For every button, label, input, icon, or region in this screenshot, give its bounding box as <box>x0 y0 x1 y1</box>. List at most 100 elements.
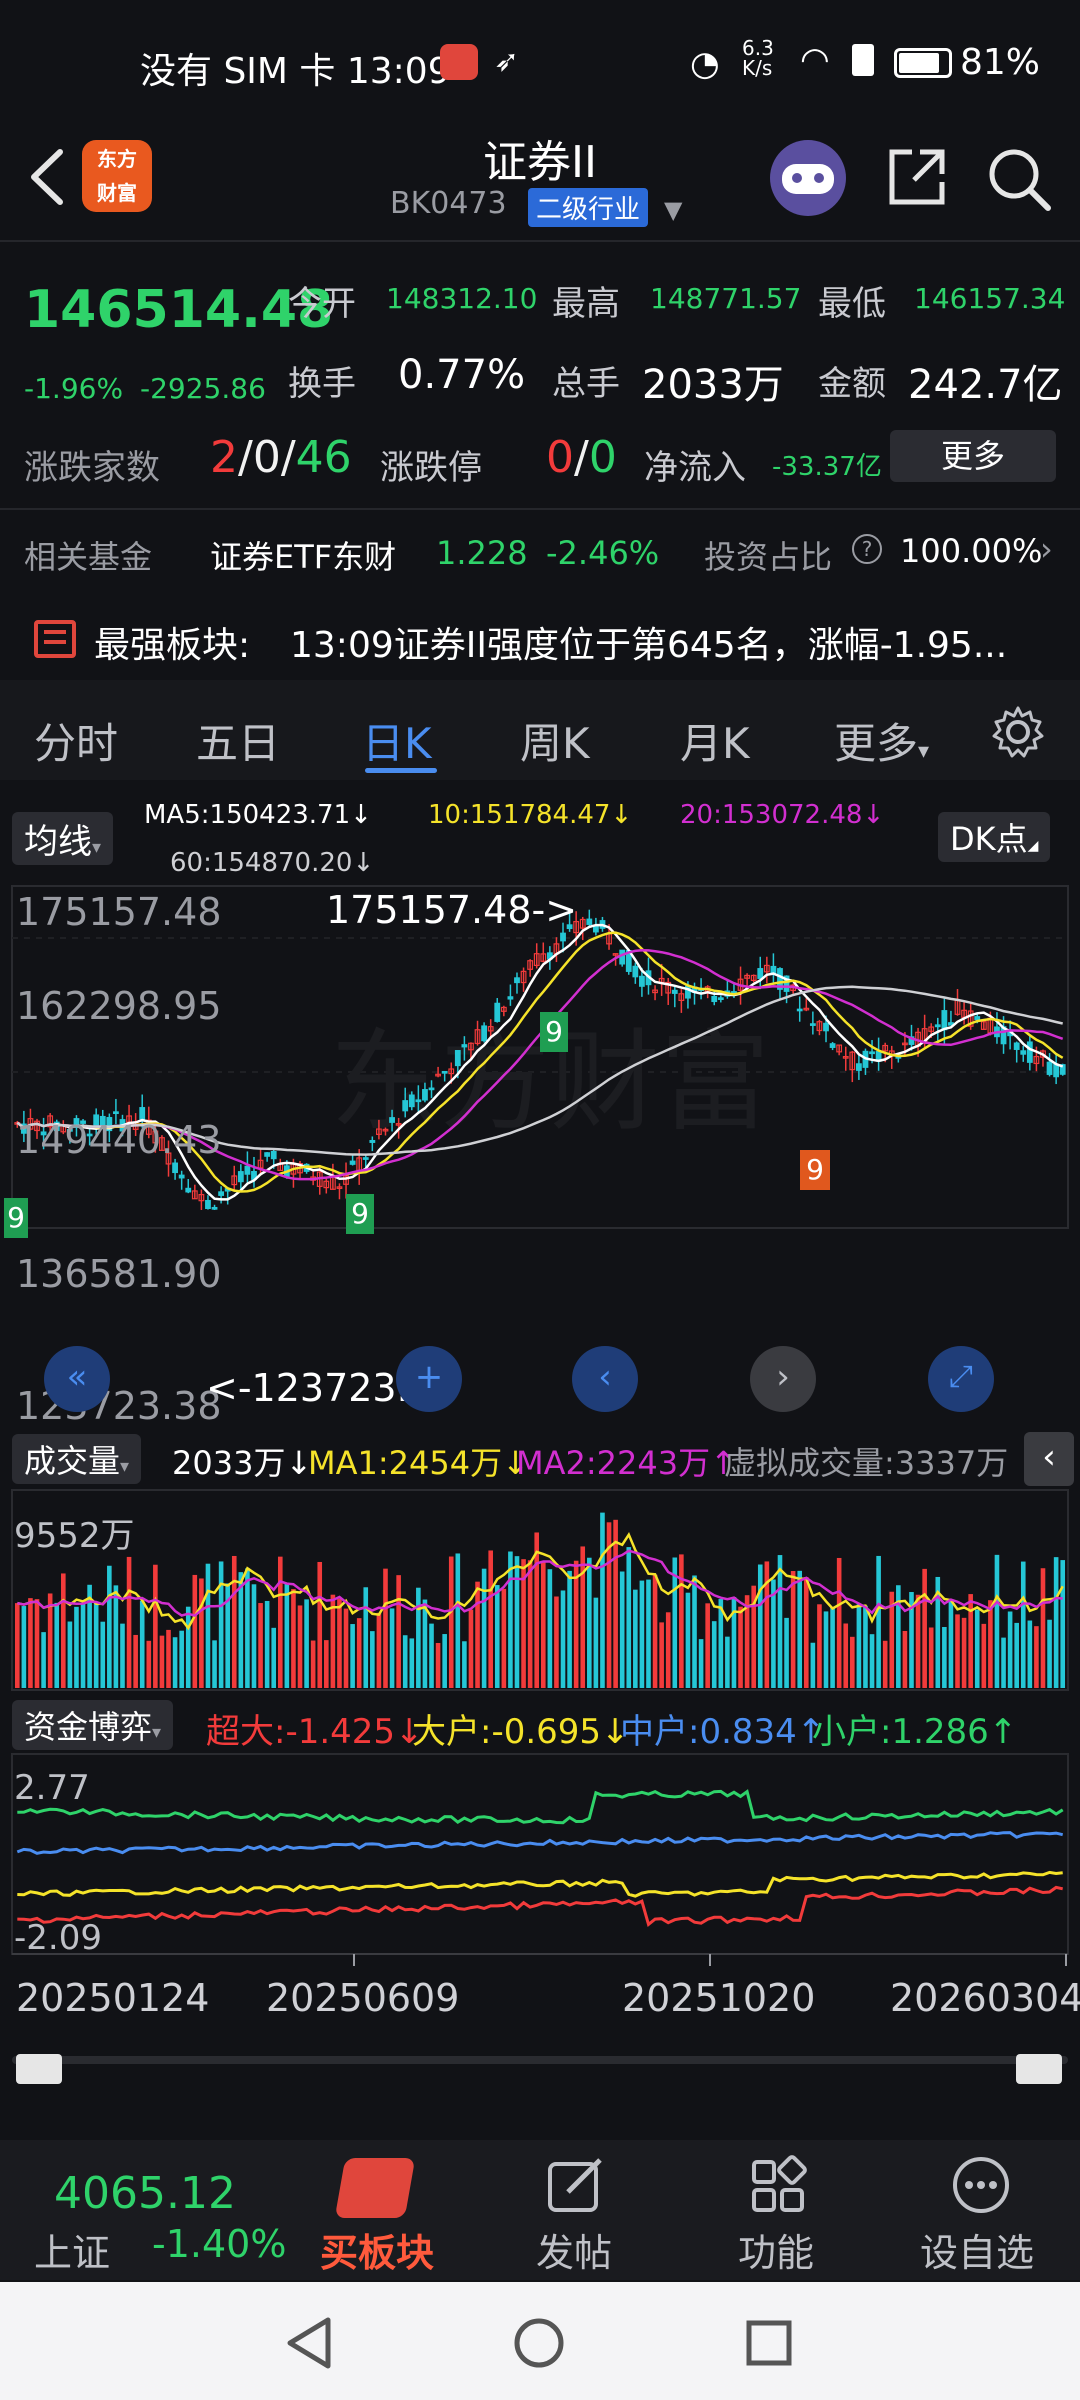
board-icon <box>34 620 76 658</box>
volume-bar <box>462 1641 467 1688</box>
related-fund-row[interactable]: 相关基金 证券ETF东财 1.228 -2.46% 投资占比 ? 100.00%… <box>0 514 1080 594</box>
scroll-right-button[interactable]: › <box>750 1346 816 1412</box>
candle-body <box>244 1165 251 1175</box>
volume-bar <box>692 1575 697 1688</box>
nav-home-icon[interactable] <box>512 2316 566 2370</box>
volume-bar <box>639 1580 645 1688</box>
volume-bar <box>974 1609 980 1688</box>
candle-body <box>428 1087 435 1091</box>
ai-assistant-icon[interactable] <box>770 140 846 216</box>
x-label-1: 20250124 <box>16 1976 210 2020</box>
volume-bar <box>271 1627 277 1688</box>
volume-bar <box>593 1597 599 1688</box>
fullscreen-button[interactable]: ⤢ <box>928 1346 994 1412</box>
volume-bar <box>146 1640 152 1688</box>
tab-daily-k[interactable]: 日K <box>362 710 432 771</box>
scroll-left-button[interactable]: ‹ <box>572 1346 638 1412</box>
compose-icon <box>548 2158 602 2212</box>
volume-bar <box>1053 1557 1059 1688</box>
limit-label: 涨跌停 <box>380 448 482 488</box>
volume-bar <box>113 1585 119 1688</box>
zoom-out-button[interactable]: « <box>44 1346 110 1412</box>
candle-body <box>1026 1041 1033 1063</box>
back-arrow-icon[interactable] <box>20 142 80 212</box>
index-name: 上证 <box>34 2231 111 2275</box>
help-icon[interactable]: ? <box>852 534 882 564</box>
volume-bar <box>494 1585 500 1688</box>
volume-bar <box>192 1574 198 1688</box>
volume-bar <box>297 1605 303 1688</box>
volume-bar <box>948 1600 954 1688</box>
collapse-legend-button[interactable]: ‹ <box>1024 1432 1074 1486</box>
candle-body <box>362 1157 369 1160</box>
volume-bar <box>396 1575 401 1688</box>
x-label-2: 20250609 <box>266 1976 460 2020</box>
high-value: 148771.57 <box>650 282 802 315</box>
sector-level-badge: 二级行业 <box>528 188 649 227</box>
range-handle-left[interactable] <box>16 2054 62 2084</box>
ratio-value: 100.00% <box>900 532 1043 570</box>
volume-bar <box>350 1624 355 1688</box>
share-icon[interactable] <box>884 144 950 210</box>
capital-super: 超大:-1.425↓ <box>206 1712 424 1752</box>
tab-monthly-k[interactable]: 月K <box>680 710 750 771</box>
more-button[interactable]: 更多 <box>890 430 1056 482</box>
candle-body <box>178 1174 185 1179</box>
post-button[interactable]: 发帖 <box>536 2222 612 2277</box>
volume-bar <box>356 1618 362 1688</box>
volume-bar <box>383 1568 388 1688</box>
nav-recents-icon[interactable] <box>744 2318 794 2368</box>
volume-bar <box>317 1561 323 1688</box>
volume-bar <box>100 1621 106 1688</box>
volume-bar <box>54 1602 60 1688</box>
sector-code: BK0473 <box>390 186 507 221</box>
volume-bar <box>402 1635 408 1688</box>
nav-back-icon[interactable] <box>284 2316 334 2370</box>
volume-ma1-line <box>17 1532 1064 1631</box>
capital-indicator-selector[interactable]: 资金博弈▾ <box>12 1700 174 1750</box>
tab-five-day[interactable]: 五日 <box>196 710 280 771</box>
volume-bar <box>981 1623 987 1688</box>
volume-bar <box>882 1640 888 1688</box>
super-holder-line <box>17 1885 1064 1927</box>
capital-flow-lines <box>16 1789 1064 1927</box>
volume-indicator-selector[interactable]: 成交量▾ <box>12 1434 142 1484</box>
updown-label: 涨跌家数 <box>24 448 160 488</box>
volume-bar <box>435 1642 441 1688</box>
candle-body <box>211 1206 218 1210</box>
chevron-down-icon[interactable]: ▼ <box>664 196 682 224</box>
volume-bar <box>830 1607 835 1688</box>
status-left: 没有 SIM 卡 13:09 <box>140 51 451 92</box>
volume-bar <box>547 1569 553 1688</box>
tab-intraday[interactable]: 分时 <box>34 710 118 771</box>
volume-bar <box>922 1568 927 1688</box>
brand-logo: 东方 财富 <box>82 140 152 212</box>
index-value[interactable]: 4065.12 <box>54 2168 236 2219</box>
volume-bar <box>817 1604 822 1688</box>
battery-percent: 81% <box>959 42 1040 83</box>
fund-label: 相关基金 <box>24 538 153 576</box>
tab-more[interactable]: 更多▾ <box>834 710 929 771</box>
range-handle-right[interactable] <box>1016 2054 1062 2084</box>
add-favorite-button[interactable]: 设自选 <box>920 2222 1034 2277</box>
volume-ma2: MA2:2243万↑ <box>516 1444 737 1482</box>
speed-icon: ◔ <box>690 44 720 84</box>
battery-icon <box>894 48 952 78</box>
candle-body <box>934 1024 941 1028</box>
strongest-sector-notice[interactable]: 最强板块: 13:09证券II强度位于第645名，涨幅-1.95... <box>0 600 1080 680</box>
volume-label: 总手 <box>552 364 620 404</box>
td-signal-badge: 9 <box>4 1198 28 1238</box>
big-holder-line <box>17 1870 1063 1898</box>
settings-gear-icon[interactable] <box>990 704 1046 760</box>
zoom-in-button[interactable]: + <box>396 1346 462 1412</box>
buy-sector-button[interactable]: 买板块 <box>320 2222 434 2277</box>
functions-button[interactable]: 功能 <box>738 2222 814 2277</box>
small-holder-line <box>17 1789 1064 1825</box>
volume-bar <box>1020 1561 1026 1688</box>
candle-body <box>1046 1061 1053 1075</box>
volume-bar <box>251 1584 257 1688</box>
volume-bar <box>836 1557 842 1688</box>
tab-weekly-k[interactable]: 周K <box>520 710 590 771</box>
search-icon[interactable] <box>984 144 1054 214</box>
netflow-value: -33.37亿 <box>772 452 882 482</box>
